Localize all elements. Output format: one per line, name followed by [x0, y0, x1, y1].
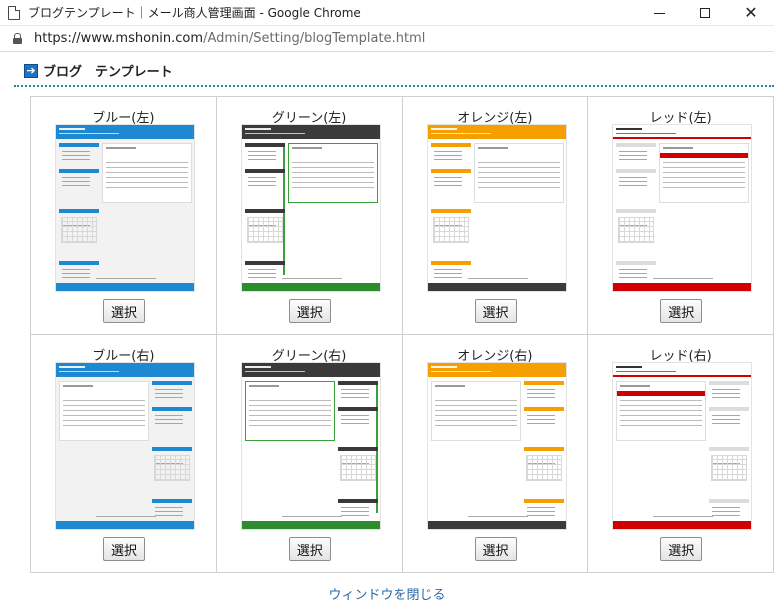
template-preview-image[interactable]: [426, 362, 567, 530]
page-heading: ➔ ブログ テンプレート: [24, 61, 173, 80]
window-title: ブログテンプレート｜メール商人管理画面 - Google Chrome: [28, 6, 361, 20]
url-text[interactable]: https://www.mshonin.com/Admin/Setting/bl…: [34, 31, 425, 46]
template-card: グリーン(左) 選択: [217, 97, 402, 334]
page-icon: [8, 5, 20, 20]
minimize-icon: [653, 12, 665, 14]
page-title: ブログ テンプレート: [43, 65, 173, 80]
template-card: レッド(右) 選択: [588, 335, 773, 572]
browser-window: ブログテンプレート｜メール商人管理画面 - Google Chrome ✕ ht…: [0, 0, 774, 608]
template-preview-image[interactable]: [55, 124, 195, 292]
template-cell: グリーン(左) 選択: [215, 96, 403, 335]
select-template-button[interactable]: 選択: [288, 537, 331, 561]
template-cell: レッド(左) 選択: [587, 96, 774, 335]
maximize-icon: [700, 8, 710, 18]
window-controls: ✕: [636, 0, 774, 26]
url-path: /Admin/Setting/blogTemplate.html: [203, 31, 426, 46]
template-cell: ブルー(右) 選択: [30, 334, 217, 573]
select-template-button[interactable]: 選択: [660, 537, 703, 561]
select-template-button[interactable]: 選択: [288, 299, 331, 323]
template-card: ブルー(右) 選択: [31, 335, 216, 572]
template-cell: オレンジ(右) 選択: [401, 334, 589, 573]
template-cell: レッド(右) 選択: [587, 334, 774, 573]
template-card: オレンジ(左) 選択: [403, 97, 588, 334]
template-card: ブルー(左) 選択: [31, 97, 216, 334]
select-template-button[interactable]: 選択: [103, 299, 145, 323]
close-window-button[interactable]: ✕: [728, 0, 774, 26]
template-cell: ブルー(左) 選択: [30, 96, 217, 335]
select-template-button[interactable]: 選択: [660, 299, 703, 323]
template-preview-image[interactable]: [612, 362, 753, 530]
select-template-button[interactable]: 選択: [474, 299, 517, 323]
close-icon: ✕: [744, 3, 758, 22]
template-preview-image[interactable]: [426, 124, 567, 292]
arrow-right-icon: ➔: [24, 63, 38, 78]
template-grid: ブルー(左) 選択 グリーン(左) 選択 オレンジ(左) 選択 レッド(左) 選択 ブルー(右…: [30, 96, 774, 573]
lock-icon: [13, 33, 22, 44]
template-card: グリーン(右) 選択: [217, 335, 402, 572]
select-template-button[interactable]: 選択: [474, 537, 517, 561]
template-card: レッド(左) 選択: [588, 97, 773, 334]
address-bar[interactable]: https://www.mshonin.com/Admin/Setting/bl…: [0, 26, 774, 52]
minimize-button[interactable]: [636, 0, 682, 26]
template-preview-image[interactable]: [612, 124, 753, 292]
url-host: https://www.mshonin.com: [34, 31, 204, 46]
template-cell: グリーン(右) 選択: [215, 334, 403, 573]
template-card: オレンジ(右) 選択: [403, 335, 588, 572]
template-cell: オレンジ(左) 選択: [401, 96, 589, 335]
template-preview-image[interactable]: [55, 362, 195, 530]
dotted-divider: [14, 85, 774, 87]
title-bar: ブログテンプレート｜メール商人管理画面 - Google Chrome ✕: [0, 0, 774, 26]
template-preview-image[interactable]: [240, 124, 381, 292]
template-preview-image[interactable]: [240, 362, 381, 530]
maximize-button[interactable]: [682, 0, 728, 26]
page-content: ➔ ブログ テンプレート ブルー(左) 選択 グリーン(左) 選択 オレンジ(左) 選択レ…: [0, 53, 774, 608]
close-window-link[interactable]: ウィンドウを閉じる: [0, 584, 774, 603]
select-template-button[interactable]: 選択: [103, 537, 145, 561]
